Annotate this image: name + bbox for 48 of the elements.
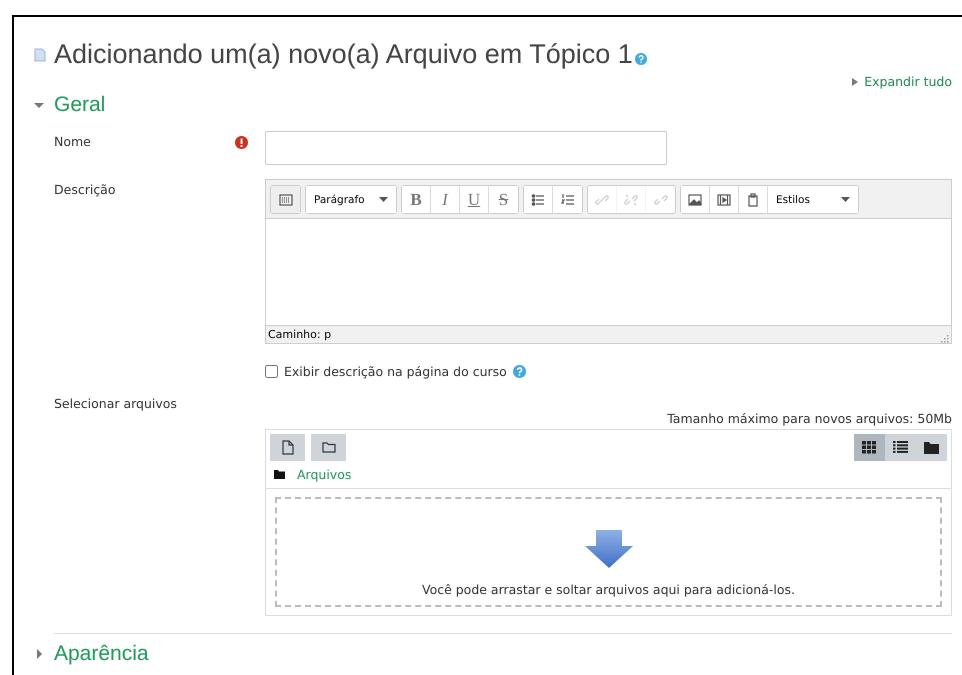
image-icon bbox=[688, 192, 702, 206]
resize-grip-icon[interactable] bbox=[939, 333, 949, 343]
unlink-icon bbox=[624, 192, 638, 206]
folder-icon bbox=[322, 440, 336, 455]
document-icon bbox=[280, 440, 294, 455]
help-icon[interactable] bbox=[512, 365, 526, 378]
section-header[interactable]: Geral bbox=[34, 93, 952, 117]
section-title: Geral bbox=[54, 93, 106, 117]
toggle-icon bbox=[278, 192, 292, 206]
caret-icon bbox=[34, 649, 44, 659]
media-icon bbox=[717, 192, 731, 206]
section-title: Aparência bbox=[54, 642, 149, 666]
document-icon bbox=[34, 48, 46, 62]
anchor-icon bbox=[654, 192, 668, 206]
caret-icon bbox=[852, 78, 858, 86]
caret-icon bbox=[34, 100, 44, 110]
arrow-down-icon bbox=[584, 530, 632, 568]
field-label: Nome bbox=[54, 134, 91, 149]
path-text: Caminho: p bbox=[268, 328, 332, 341]
folder-icon bbox=[924, 441, 939, 454]
list-icon bbox=[893, 441, 908, 454]
field-label: Descrição bbox=[54, 182, 116, 197]
checkbox[interactable] bbox=[265, 365, 278, 378]
section-header[interactable]: Aparência bbox=[34, 642, 952, 666]
add-file-button[interactable] bbox=[270, 434, 305, 461]
field-label: Selecionar arquivos bbox=[54, 396, 177, 411]
help-icon[interactable] bbox=[634, 52, 647, 64]
grid-icon bbox=[862, 441, 877, 454]
checkbox-label: Exibir descrição na página do curso bbox=[284, 364, 507, 379]
page-title: Adicionando um(a) novo(a) Arquivo em Tópico 1 bbox=[54, 39, 633, 70]
name-input[interactable] bbox=[265, 131, 667, 165]
caret-icon bbox=[379, 197, 388, 202]
drop-hint: Você pode arrastar e soltar arquivos aqui para adicioná-los. bbox=[422, 582, 795, 597]
clipboard-icon bbox=[746, 192, 760, 206]
folder-icon bbox=[274, 470, 285, 479]
numbers-icon bbox=[560, 192, 574, 206]
bold-button[interactable]: B bbox=[402, 186, 431, 213]
bullets-button[interactable] bbox=[524, 186, 553, 213]
breadcrumb-link[interactable]: Arquivos bbox=[297, 467, 352, 482]
create-folder-button[interactable] bbox=[311, 434, 346, 461]
max-size-text: Tamanho máximo para novos arquivos: 50Mb bbox=[667, 411, 952, 426]
caret-icon bbox=[841, 197, 850, 202]
style-dropdown[interactable]: Parágrafo bbox=[306, 186, 396, 213]
link-icon bbox=[595, 192, 609, 206]
image-button[interactable] bbox=[681, 186, 710, 213]
grid-view-button[interactable] bbox=[854, 434, 885, 461]
bullets-icon bbox=[531, 192, 545, 206]
drop-zone[interactable]: Você pode arrastar e soltar arquivos aqui para adicioná-los. bbox=[275, 497, 942, 607]
